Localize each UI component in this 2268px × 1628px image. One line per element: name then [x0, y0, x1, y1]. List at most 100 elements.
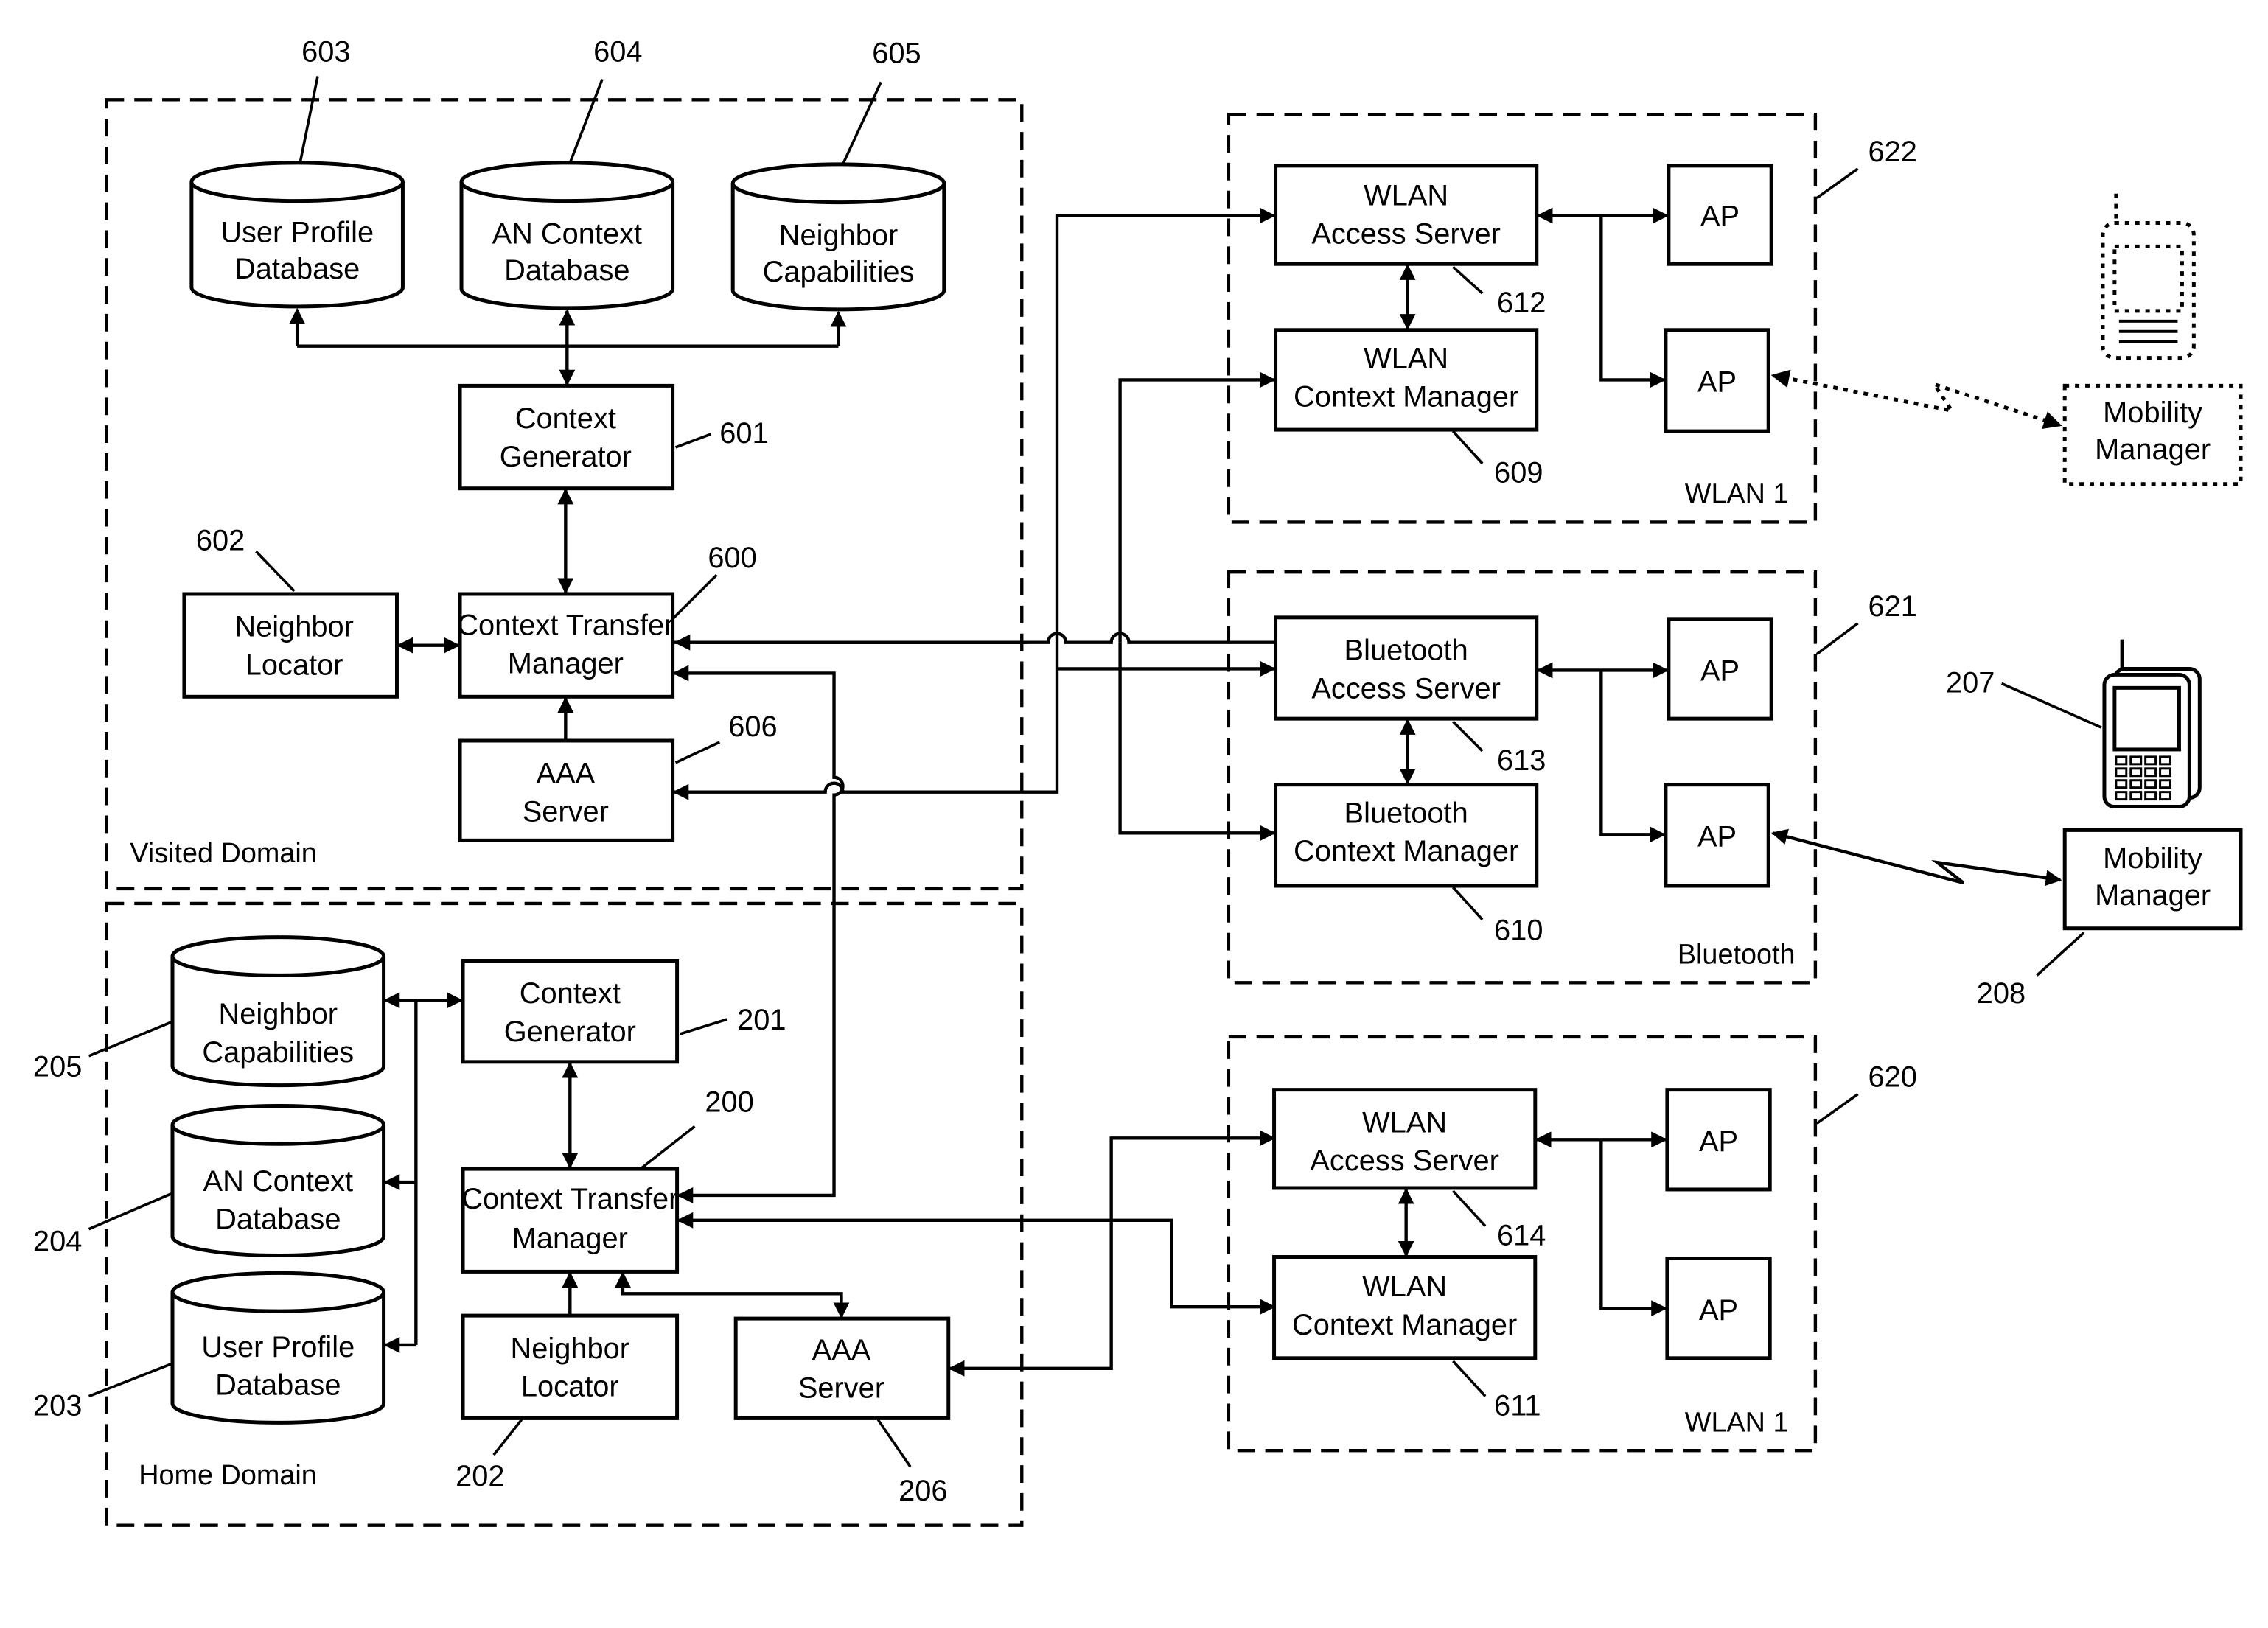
- ref-613: 613: [1497, 744, 1546, 777]
- access-point-620-1: AP: [1665, 1088, 1772, 1192]
- svg-text:Database: Database: [215, 1203, 341, 1236]
- mobile-phone-ghost-icon: [2101, 193, 2196, 360]
- ref-205: 205: [33, 1051, 82, 1083]
- svg-text:Manager: Manager: [2095, 879, 2211, 912]
- svg-text:Mobility: Mobility: [2103, 842, 2202, 875]
- wlan-access-server-612: WLAN Access Server: [1274, 164, 1539, 266]
- link-home-aaa-to-wlan-access-server-614: [948, 1130, 1276, 1377]
- leader-201: [680, 1018, 727, 1035]
- svg-text:Context Manager: Context Manager: [1294, 835, 1518, 867]
- visited-context-generator: Context Generator: [458, 383, 675, 491]
- access-point-621-2: AP: [1664, 783, 1770, 888]
- access-point-620-2: AP: [1665, 1257, 1772, 1360]
- leader-600: [671, 573, 718, 621]
- svg-text:Database: Database: [234, 253, 360, 285]
- bluetooth-context-manager-610: Bluetooth Context Manager: [1274, 783, 1539, 888]
- home-user-profile-database: User Profile Database: [170, 1271, 386, 1425]
- ref-621: 621: [1869, 590, 1917, 623]
- svg-text:WLAN: WLAN: [1362, 1271, 1447, 1303]
- visited-neighbor-locator: Neighbor Locator: [182, 592, 399, 699]
- leader-620: [1815, 1093, 1859, 1125]
- ref-620: 620: [1869, 1061, 1917, 1094]
- leader-205: [88, 1021, 172, 1058]
- svg-text:Access Server: Access Server: [1310, 1145, 1499, 1177]
- svg-text:Context Transfer: Context Transfer: [457, 609, 674, 642]
- mobile-phone-icon: [2102, 639, 2202, 809]
- leader-204: [88, 1192, 172, 1231]
- wlan-context-manager-611: WLAN Context Manager: [1272, 1255, 1538, 1360]
- leader-207: [2000, 682, 2102, 729]
- svg-text:Generator: Generator: [500, 441, 632, 473]
- home-domain-label: Home Domain: [139, 1460, 317, 1491]
- ref-605: 605: [872, 38, 921, 70]
- svg-text:Neighbor: Neighbor: [511, 1332, 630, 1365]
- visited-an-context-database: AN Context Database: [459, 161, 675, 310]
- arrow-614-ap2: [1599, 1139, 1668, 1317]
- ref-622: 622: [1869, 136, 1917, 168]
- svg-text:User Profile: User Profile: [201, 1331, 355, 1363]
- svg-text:Capabilities: Capabilities: [202, 1036, 354, 1069]
- leader-606: [674, 741, 721, 764]
- svg-text:Locator: Locator: [245, 649, 343, 681]
- svg-text:Server: Server: [798, 1372, 884, 1405]
- leader-611: [1452, 1360, 1487, 1397]
- ref-208: 208: [1977, 977, 2026, 1010]
- arrow-613-ap2: [1599, 670, 1667, 843]
- svg-text:Manager: Manager: [508, 647, 624, 680]
- svg-text:Capabilities: Capabilities: [763, 256, 915, 288]
- ref-611: 611: [1494, 1389, 1541, 1422]
- ref-603: 603: [301, 36, 350, 69]
- leader-621: [1815, 622, 1859, 656]
- access-point-621-1: AP: [1667, 617, 1773, 721]
- home-aaa-server: AAA Server: [733, 1316, 951, 1420]
- svg-text:Bluetooth: Bluetooth: [1344, 635, 1468, 667]
- mobility-manager-ghost: Mobility Manager: [2062, 383, 2243, 486]
- home-context-transfer-manager: Context Transfer Manager: [461, 1167, 680, 1274]
- ref-202: 202: [456, 1460, 504, 1492]
- visited-domain-label: Visited Domain: [130, 838, 317, 869]
- ref-606: 606: [728, 710, 777, 743]
- svg-text:Manager: Manager: [2095, 433, 2211, 466]
- svg-text:Context Manager: Context Manager: [1292, 1309, 1517, 1341]
- home-neighbor-capabilities-database: Neighbor Capabilities: [170, 935, 386, 1088]
- ref-600: 600: [708, 542, 756, 574]
- svg-text:Database: Database: [504, 254, 629, 287]
- svg-text:Context: Context: [520, 977, 621, 1010]
- svg-text:Neighbor: Neighbor: [779, 219, 899, 251]
- wlan-access-server-614: WLAN Access Server: [1272, 1088, 1538, 1190]
- wlan-context-manager-609: WLAN Context Manager: [1274, 328, 1539, 432]
- svg-text:WLAN: WLAN: [1364, 180, 1448, 212]
- leader-601: [674, 433, 711, 449]
- leader-604: [568, 78, 604, 164]
- leader-602: [255, 551, 296, 593]
- link-to-wlan-context-manager-609: [1118, 371, 1276, 643]
- leader-612: [1452, 265, 1484, 295]
- ref-612: 612: [1497, 287, 1546, 319]
- leader-610: [1452, 886, 1484, 920]
- svg-text:AP: AP: [1697, 366, 1737, 398]
- svg-text:Neighbor: Neighbor: [234, 611, 354, 643]
- svg-text:AN Context: AN Context: [492, 217, 643, 250]
- leader-613: [1452, 720, 1484, 752]
- context-transfer-diagram: Visited Domain Home Domain WLAN 1 Blueto…: [33, 36, 2243, 1527]
- network-621-label: Bluetooth: [1678, 939, 1796, 970]
- home-context-generator: Context Generator: [461, 959, 680, 1064]
- ref-200: 200: [705, 1086, 753, 1118]
- access-point-622-2: AP: [1664, 328, 1770, 433]
- svg-text:WLAN: WLAN: [1362, 1106, 1447, 1139]
- leader-208: [2036, 932, 2085, 977]
- svg-text:Bluetooth: Bluetooth: [1344, 797, 1468, 829]
- svg-text:Generator: Generator: [504, 1016, 636, 1048]
- leader-609: [1452, 430, 1484, 465]
- arrow-612-ap2: [1599, 215, 1667, 388]
- home-an-context-database: AN Context Database: [170, 1104, 386, 1258]
- svg-text:WLAN: WLAN: [1364, 343, 1448, 375]
- svg-text:Context: Context: [515, 402, 616, 435]
- svg-text:Database: Database: [215, 1369, 341, 1402]
- ref-207: 207: [1946, 666, 1995, 699]
- bluetooth-access-server-613: Bluetooth Access Server: [1274, 615, 1539, 721]
- ref-610: 610: [1494, 915, 1543, 947]
- leader-200: [639, 1125, 696, 1170]
- leader-203: [88, 1363, 172, 1398]
- svg-text:AAA: AAA: [812, 1334, 871, 1366]
